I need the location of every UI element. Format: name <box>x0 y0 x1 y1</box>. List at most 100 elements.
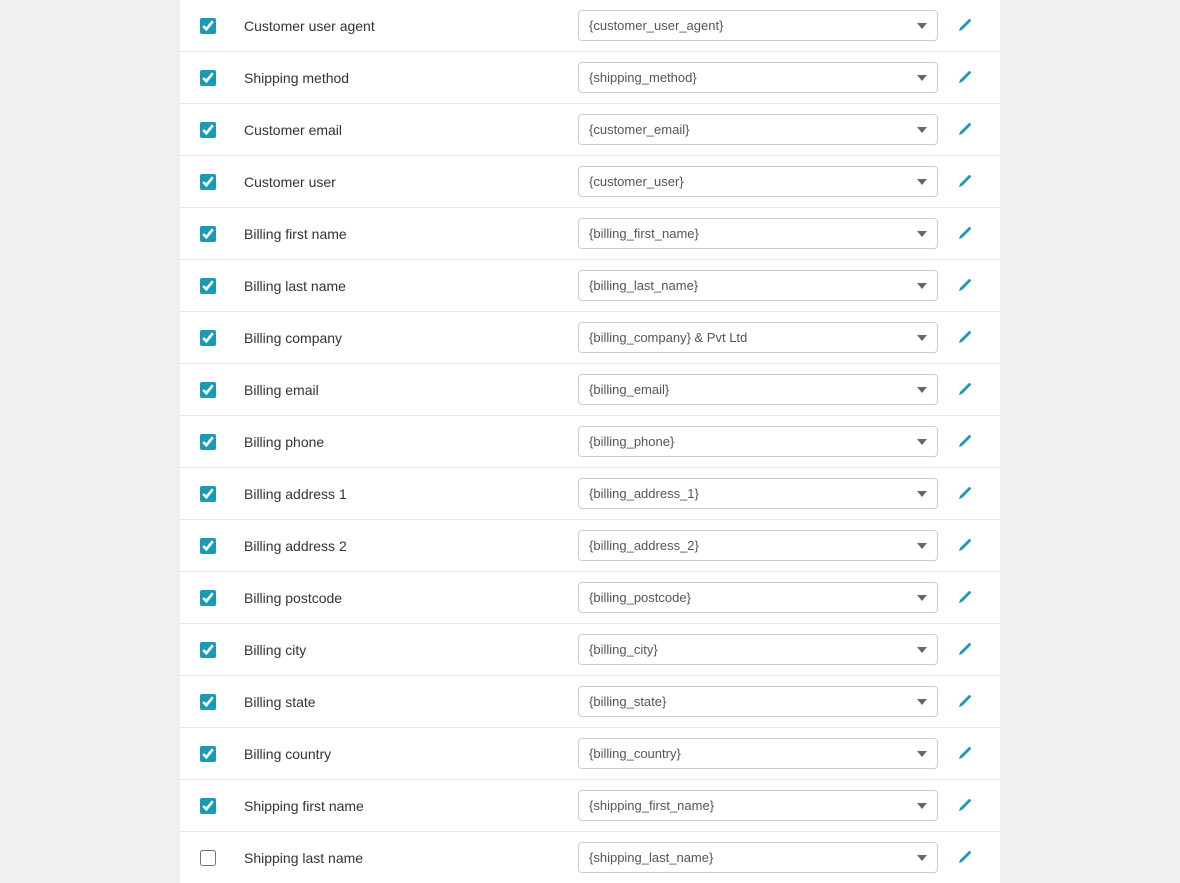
edit-icon[interactable] <box>957 746 973 762</box>
edit-col <box>950 746 980 762</box>
row-dropdown[interactable]: {billing_address_1} <box>578 478 938 509</box>
row-dropdown[interactable]: {shipping_last_name} <box>578 842 938 873</box>
row-dropdown[interactable]: {customer_user_agent} <box>578 10 938 41</box>
row-label: Billing address 2 <box>240 538 578 554</box>
edit-col <box>950 278 980 294</box>
row-checkbox[interactable] <box>200 642 216 658</box>
edit-icon[interactable] <box>957 226 973 242</box>
row-dropdown[interactable]: {customer_user} <box>578 166 938 197</box>
row-checkbox[interactable] <box>200 70 216 86</box>
checkbox-col <box>200 798 240 814</box>
edit-icon[interactable] <box>957 642 973 658</box>
dropdown-col: {billing_last_name} <box>578 270 938 301</box>
table-row: Billing first name{billing_first_name} <box>180 208 1000 260</box>
edit-col <box>950 850 980 866</box>
row-dropdown[interactable]: {billing_state} <box>578 686 938 717</box>
table-row: Billing address 1{billing_address_1} <box>180 468 1000 520</box>
row-checkbox[interactable] <box>200 18 216 34</box>
row-dropdown[interactable]: {billing_phone} <box>578 426 938 457</box>
checkbox-col <box>200 70 240 86</box>
row-checkbox[interactable] <box>200 278 216 294</box>
row-checkbox[interactable] <box>200 798 216 814</box>
row-checkbox[interactable] <box>200 382 216 398</box>
row-label: Billing phone <box>240 434 578 450</box>
row-checkbox[interactable] <box>200 174 216 190</box>
edit-icon[interactable] <box>957 434 973 450</box>
row-checkbox[interactable] <box>200 330 216 346</box>
row-dropdown[interactable]: {shipping_method} <box>578 62 938 93</box>
edit-col <box>950 486 980 502</box>
edit-icon[interactable] <box>957 694 973 710</box>
table-row: Billing last name{billing_last_name} <box>180 260 1000 312</box>
edit-icon[interactable] <box>957 70 973 86</box>
table-row: Customer email{customer_email} <box>180 104 1000 156</box>
row-label: Shipping method <box>240 70 578 86</box>
row-dropdown[interactable]: {billing_company} & Pvt Ltd <box>578 322 938 353</box>
edit-icon[interactable] <box>957 330 973 346</box>
row-dropdown[interactable]: {billing_postcode} <box>578 582 938 613</box>
row-dropdown[interactable]: {billing_address_2} <box>578 530 938 561</box>
edit-col <box>950 382 980 398</box>
edit-col <box>950 694 980 710</box>
row-label: Billing address 1 <box>240 486 578 502</box>
row-checkbox[interactable] <box>200 694 216 710</box>
edit-icon[interactable] <box>957 538 973 554</box>
row-dropdown[interactable]: {customer_email} <box>578 114 938 145</box>
row-checkbox[interactable] <box>200 486 216 502</box>
row-label: Billing postcode <box>240 590 578 606</box>
checkbox-col <box>200 226 240 242</box>
edit-col <box>950 590 980 606</box>
row-checkbox[interactable] <box>200 746 216 762</box>
row-dropdown[interactable]: {billing_first_name} <box>578 218 938 249</box>
dropdown-col: {billing_city} <box>578 634 938 665</box>
checkbox-col <box>200 486 240 502</box>
row-label: Billing company <box>240 330 578 346</box>
table-row: Shipping first name{shipping_first_name} <box>180 780 1000 832</box>
edit-col <box>950 330 980 346</box>
table-row: Shipping method{shipping_method} <box>180 52 1000 104</box>
dropdown-col: {billing_country} <box>578 738 938 769</box>
checkbox-col <box>200 382 240 398</box>
row-checkbox[interactable] <box>200 590 216 606</box>
table-row: Billing postcode{billing_postcode} <box>180 572 1000 624</box>
row-label: Customer user <box>240 174 578 190</box>
row-dropdown[interactable]: {billing_country} <box>578 738 938 769</box>
row-dropdown[interactable]: {billing_city} <box>578 634 938 665</box>
edit-icon[interactable] <box>957 486 973 502</box>
checkbox-col <box>200 330 240 346</box>
checkbox-col <box>200 122 240 138</box>
checkbox-col <box>200 694 240 710</box>
edit-icon[interactable] <box>957 382 973 398</box>
row-label: Billing country <box>240 746 578 762</box>
row-checkbox[interactable] <box>200 538 216 554</box>
table-row: Customer user agent{customer_user_agent} <box>180 0 1000 52</box>
row-checkbox[interactable] <box>200 850 216 866</box>
edit-icon[interactable] <box>957 798 973 814</box>
dropdown-col: {customer_user} <box>578 166 938 197</box>
row-dropdown[interactable]: {billing_last_name} <box>578 270 938 301</box>
dropdown-col: {customer_email} <box>578 114 938 145</box>
checkbox-col <box>200 590 240 606</box>
edit-icon[interactable] <box>957 174 973 190</box>
dropdown-col: {shipping_last_name} <box>578 842 938 873</box>
edit-icon[interactable] <box>957 122 973 138</box>
table-row: Customer user{customer_user} <box>180 156 1000 208</box>
dropdown-col: {billing_address_2} <box>578 530 938 561</box>
edit-icon[interactable] <box>957 18 973 34</box>
dropdown-col: {shipping_first_name} <box>578 790 938 821</box>
checkbox-col <box>200 746 240 762</box>
edit-icon[interactable] <box>957 590 973 606</box>
row-label: Shipping first name <box>240 798 578 814</box>
row-checkbox[interactable] <box>200 226 216 242</box>
checkbox-col <box>200 174 240 190</box>
checkbox-col <box>200 18 240 34</box>
edit-icon[interactable] <box>957 278 973 294</box>
row-checkbox[interactable] <box>200 434 216 450</box>
table-row: Billing email{billing_email} <box>180 364 1000 416</box>
row-dropdown[interactable]: {shipping_first_name} <box>578 790 938 821</box>
row-dropdown[interactable]: {billing_email} <box>578 374 938 405</box>
row-checkbox[interactable] <box>200 122 216 138</box>
edit-icon[interactable] <box>957 850 973 866</box>
row-label: Billing email <box>240 382 578 398</box>
main-container: Customer user agent{customer_user_agent}… <box>180 0 1000 883</box>
